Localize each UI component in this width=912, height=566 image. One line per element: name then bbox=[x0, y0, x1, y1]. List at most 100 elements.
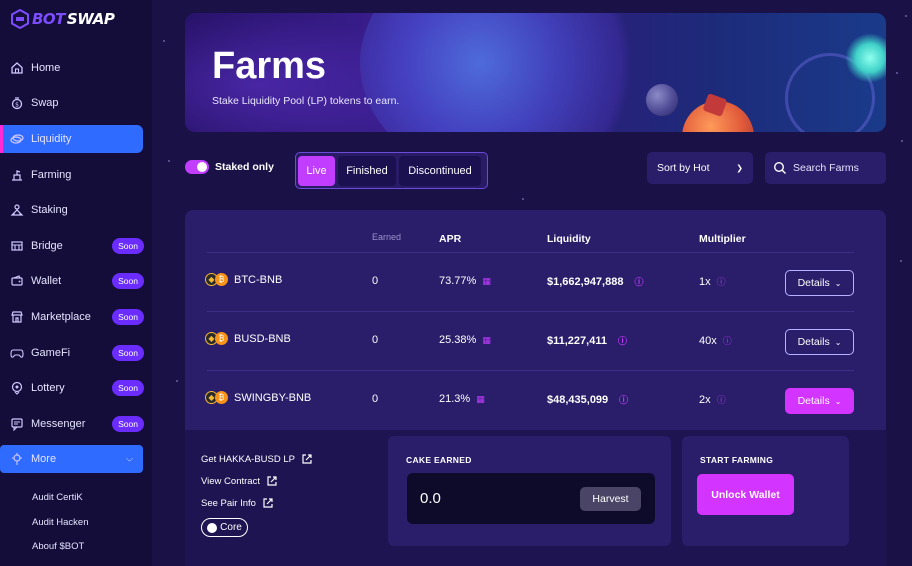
external-link-icon bbox=[263, 498, 273, 508]
external-link-icon bbox=[267, 476, 277, 486]
info-icon[interactable]: ⓘ bbox=[717, 275, 726, 288]
chevron-down-icon: ⌄ bbox=[834, 337, 842, 347]
pair-name: BTC-BNB bbox=[234, 273, 283, 286]
column-header-liquidity: Liquidity bbox=[547, 233, 591, 245]
info-icon[interactable]: ⓘ bbox=[619, 393, 628, 406]
sidebar-item-messenger[interactable]: Messenger Soon bbox=[0, 406, 152, 442]
staked-only-label: Staked only bbox=[215, 161, 274, 173]
core-label: Core bbox=[220, 522, 242, 533]
details-button[interactable]: Details ⌄ bbox=[785, 270, 854, 296]
get-lp-link[interactable]: Get HAKKA-BUSD LP bbox=[201, 448, 313, 470]
calculator-icon[interactable]: ▦ bbox=[482, 335, 491, 346]
sidebar-item-marketplace[interactable]: Marketplace Soon bbox=[0, 299, 152, 335]
sidebar-item-label: Lottery bbox=[31, 382, 65, 395]
sidebar-subitem-about-bot[interactable]: Abouf $BOT bbox=[32, 537, 89, 562]
sidebar-item-label: GameFi bbox=[31, 346, 71, 359]
calculator-icon[interactable]: ▦ bbox=[482, 276, 491, 287]
sidebar-item-farming[interactable]: Farming bbox=[0, 157, 152, 193]
sidebar-item-gamefi[interactable]: GameFi Soon bbox=[0, 335, 152, 371]
details-button-label: Details bbox=[797, 277, 830, 289]
apr-value: 73.77% bbox=[439, 275, 477, 287]
sidebar-subitem-audit-hacken[interactable]: Audit Hacken bbox=[32, 513, 89, 538]
external-link-icon bbox=[302, 454, 312, 464]
tab-live[interactable]: Live bbox=[298, 155, 335, 186]
sidebar-item-label: Farming bbox=[31, 168, 72, 181]
sidebar-item-more[interactable]: More ⌵ bbox=[0, 444, 143, 473]
harvest-button[interactable]: Harvest bbox=[580, 487, 641, 511]
sort-dropdown-label: Sort by Hot bbox=[657, 162, 710, 174]
apr-value: 25.38% bbox=[439, 334, 477, 346]
details-button-label: Details bbox=[797, 336, 830, 348]
search-placeholder: Search Farms bbox=[793, 162, 859, 174]
sidebar-item-liquidity[interactable]: Liquidity bbox=[0, 125, 143, 154]
apr-value: 21.3% bbox=[439, 393, 471, 405]
sidebar-subnav: Audit CertiK Audit Hacken Abouf $BOT bbox=[32, 488, 89, 562]
multiplier-cell: 1x ⓘ bbox=[699, 275, 726, 288]
view-contract-link[interactable]: View Contract bbox=[201, 470, 313, 492]
details-button[interactable]: Details ⌄ bbox=[785, 388, 854, 414]
sidebar-item-home[interactable]: Home bbox=[0, 50, 152, 86]
pair-cell: ◆ ₿ SWINGBY-BNB bbox=[205, 391, 311, 404]
column-header-apr: APR bbox=[439, 233, 462, 245]
info-icon[interactable]: ⓘ bbox=[634, 275, 643, 288]
chevron-down-icon: ❯ bbox=[736, 163, 743, 173]
search-input[interactable]: Search Farms bbox=[765, 152, 886, 184]
liquidity-value: $11,227,411 bbox=[547, 334, 607, 347]
sidebar-item-swap[interactable]: $ Swap bbox=[0, 86, 152, 122]
token-pair-icon: ◆ ₿ bbox=[205, 332, 228, 345]
sort-dropdown[interactable]: Sort by Hot ❯ bbox=[647, 152, 753, 184]
banner-planet-illustration bbox=[360, 13, 660, 132]
info-icon[interactable]: ⓘ bbox=[723, 334, 732, 347]
sidebar-item-lottery[interactable]: Lottery Soon bbox=[0, 370, 152, 406]
earned-value: 0 bbox=[372, 275, 379, 287]
more-icon bbox=[10, 452, 24, 466]
logo-bot-text: BOT bbox=[32, 10, 65, 28]
details-button-label: Details bbox=[797, 395, 830, 407]
logo-icon bbox=[11, 9, 29, 29]
chevron-down-icon: ⌄ bbox=[834, 278, 842, 288]
liquidity-cell: $11,227,411 ⓘ bbox=[547, 334, 627, 347]
soon-badge: Soon bbox=[112, 308, 144, 325]
see-pair-info-link[interactable]: See Pair Info bbox=[201, 492, 313, 514]
sidebar-item-staking[interactable]: Staking bbox=[0, 192, 152, 228]
tab-finished[interactable]: Finished bbox=[338, 155, 396, 186]
app-logo[interactable]: BOT SWAP bbox=[10, 8, 115, 30]
farm-details-panel: Get HAKKA-BUSD LP View Contract See Pair… bbox=[185, 430, 886, 566]
multiplier-cell: 2x ⓘ bbox=[699, 393, 726, 406]
gamefi-icon bbox=[10, 346, 24, 360]
table-row[interactable]: ◆ ₿ BTC-BNB 0 73.77% ▦ $1,662,947,888 ⓘ 1… bbox=[185, 253, 886, 312]
sidebar-item-wallet[interactable]: Wallet Soon bbox=[0, 264, 152, 300]
multiplier-value: 40x bbox=[699, 334, 717, 347]
tab-discontinued[interactable]: Discontinued bbox=[399, 155, 481, 186]
start-farming-card: START FARMING Unlock Wallet bbox=[682, 436, 849, 546]
table-row[interactable]: ◆ ₿ SWINGBY-BNB 0 21.3% ▦ $48,435,099 ⓘ 2… bbox=[185, 371, 886, 430]
sidebar-subitem-audit-certik[interactable]: Audit CertiK bbox=[32, 488, 89, 513]
earned-value: 0 bbox=[372, 393, 379, 405]
table-row[interactable]: ◆ ₿ BUSD-BNB 0 25.38% ▦ $11,227,411 ⓘ 40x… bbox=[185, 312, 886, 371]
cake-earned-value: 0.0 bbox=[420, 490, 441, 507]
soon-badge: Soon bbox=[112, 273, 144, 290]
staked-only-toggle[interactable] bbox=[185, 160, 209, 174]
soon-badge: Soon bbox=[112, 415, 144, 432]
swap-icon: $ bbox=[10, 96, 24, 110]
sidebar-item-label: Marketplace bbox=[31, 310, 91, 323]
unlock-wallet-button[interactable]: Unlock Wallet bbox=[697, 474, 794, 515]
link-label: View Contract bbox=[201, 475, 260, 487]
info-icon[interactable]: ⓘ bbox=[717, 393, 726, 406]
sidebar-item-label: More bbox=[31, 452, 57, 465]
farm-status-tabs: Live Finished Discontinued bbox=[295, 152, 488, 189]
info-icon[interactable]: ⓘ bbox=[618, 334, 627, 347]
lottery-icon bbox=[10, 381, 24, 395]
bridge-icon bbox=[10, 239, 24, 253]
sidebar-item-bridge[interactable]: Bridge Soon bbox=[0, 228, 152, 264]
details-button[interactable]: Details ⌄ bbox=[785, 329, 854, 355]
liquidity-cell: $48,435,099 ⓘ bbox=[547, 393, 628, 406]
logo-swap-text: SWAP bbox=[66, 10, 115, 28]
column-header-multiplier: Multiplier bbox=[699, 233, 746, 245]
sidebar-item-label: Swap bbox=[31, 97, 59, 110]
multiplier-cell: 40x ⓘ bbox=[699, 334, 732, 347]
sidebar-item-label: Wallet bbox=[31, 275, 62, 288]
link-label: See Pair Info bbox=[201, 497, 256, 509]
apr-cell: 73.77% ▦ bbox=[439, 275, 491, 287]
calculator-icon[interactable]: ▦ bbox=[476, 394, 485, 405]
